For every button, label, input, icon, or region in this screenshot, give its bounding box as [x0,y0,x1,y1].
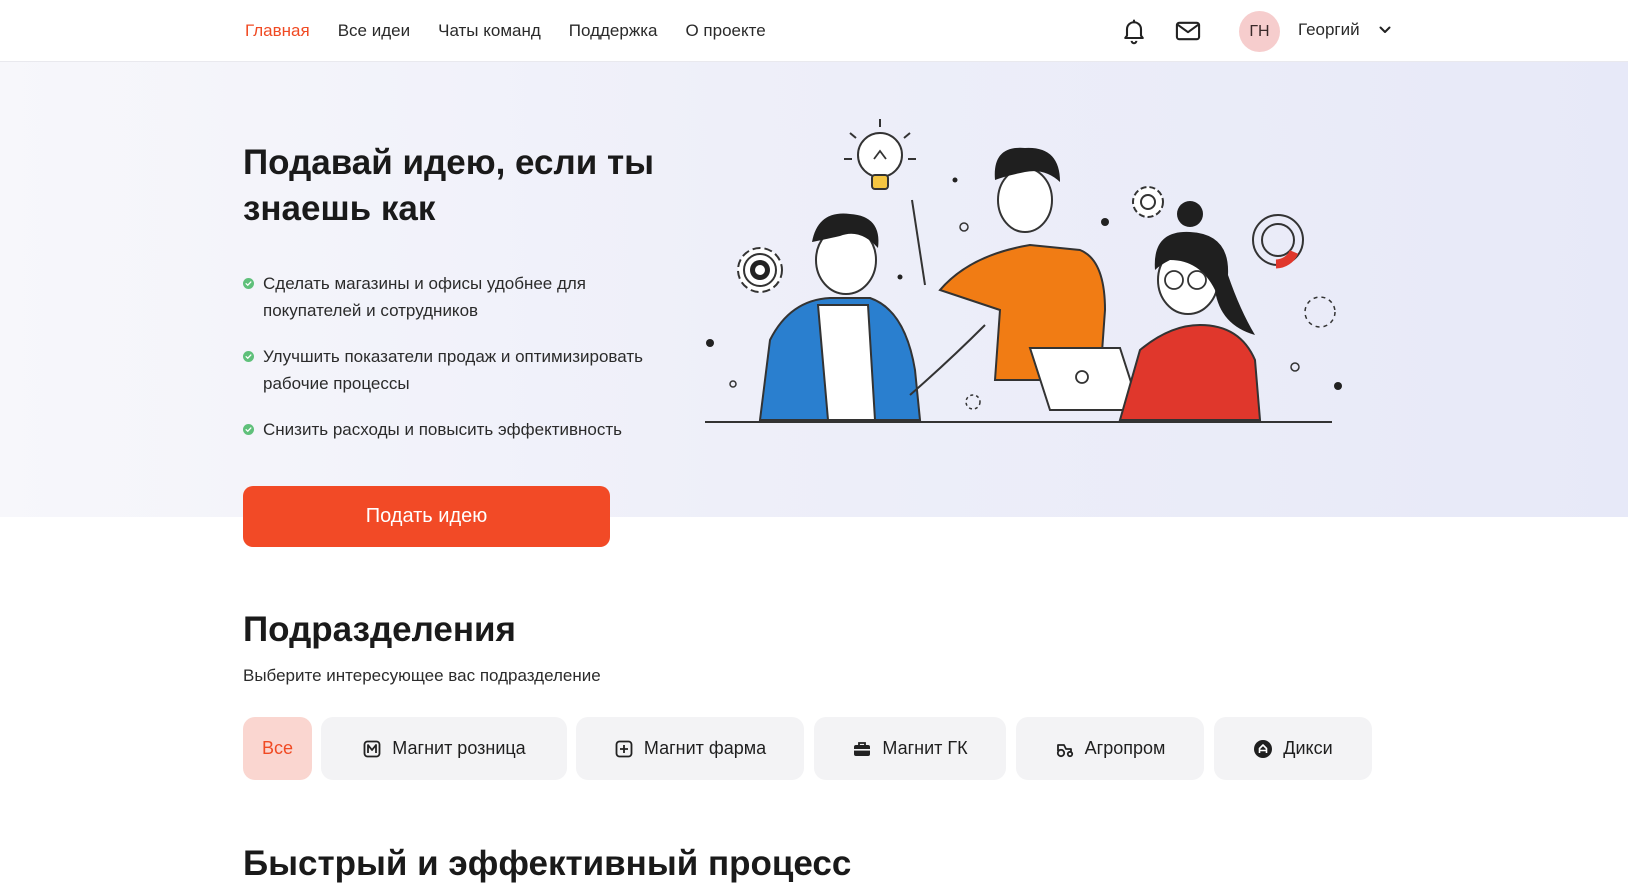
chip-label: Все [261,738,294,758]
chip-magnit-pharma[interactable]: Магнит фарма [576,717,804,780]
briefcase-icon [854,741,871,756]
magnit-pharma-icon [615,740,633,757]
check-circle-icon [243,351,254,362]
nav-item-home[interactable]: Главная [245,21,310,41]
chip-label: Агропром [1084,738,1166,758]
chip-label: Магнит ГК [882,738,968,758]
benefit-item: Снизить расходы и повысить эффективность [243,416,673,443]
benefit-text: Улучшить показатели продаж и оптимизиров… [263,347,643,393]
main-nav: Главная Все идеи Чаты команд Поддержка О… [245,21,766,41]
top-navigation-bar: Главная Все идеи Чаты команд Поддержка О… [0,0,1628,62]
magnit-retail-icon [363,740,381,757]
hero-title: Подавай идею, если ты знаешь как [243,143,655,228]
divisions-subtitle: Выберите интересующее вас подразделение [243,666,601,685]
chip-label: Магнит розница [392,738,526,758]
tractor-icon [1056,743,1073,757]
benefit-item: Улучшить показатели продаж и оптимизиров… [243,343,673,397]
nav-item-team-chats[interactable]: Чаты команд [438,21,541,41]
benefit-text: Сделать магазины и офисы удобнее для пок… [263,274,587,320]
user-avatar[interactable]: ГН [1239,11,1280,52]
dixy-logo-icon [1254,739,1273,758]
chip-all[interactable]: Все [243,717,312,780]
process-section-title: Быстрый и эффективный процесс [243,844,852,883]
check-circle-icon [243,424,254,435]
benefit-item: Сделать магазины и офисы удобнее для пок… [243,270,673,324]
chevron-down-icon[interactable] [1378,23,1392,37]
chip-magnit-retail[interactable]: Магнит розница [321,717,567,780]
submit-idea-button[interactable]: Подать идею [243,486,610,547]
mail-icon[interactable] [1174,17,1202,45]
divisions-title: Подразделения [243,610,516,649]
bell-icon[interactable] [1120,17,1148,45]
benefits-list: Сделать магазины и офисы удобнее для пок… [243,270,673,462]
nav-item-support[interactable]: Поддержка [569,21,658,41]
check-circle-icon [243,278,254,289]
chip-dixy[interactable]: Дикси [1214,717,1372,780]
user-name[interactable]: Георгий [1298,20,1360,40]
chip-label: Дикси [1283,738,1333,758]
chip-agroprom[interactable]: Агропром [1016,717,1204,780]
page: Главная Все идеи Чаты команд Поддержка О… [0,0,1628,892]
benefit-text: Снизить расходы и повысить эффективность [263,420,623,439]
nav-item-all-ideas[interactable]: Все идеи [338,21,410,41]
nav-item-about[interactable]: О проекте [685,21,765,41]
chip-label: Магнит фарма [643,738,767,758]
chip-magnit-gk[interactable]: Магнит ГК [814,717,1006,780]
team-collaboration-illustration [705,119,1342,423]
